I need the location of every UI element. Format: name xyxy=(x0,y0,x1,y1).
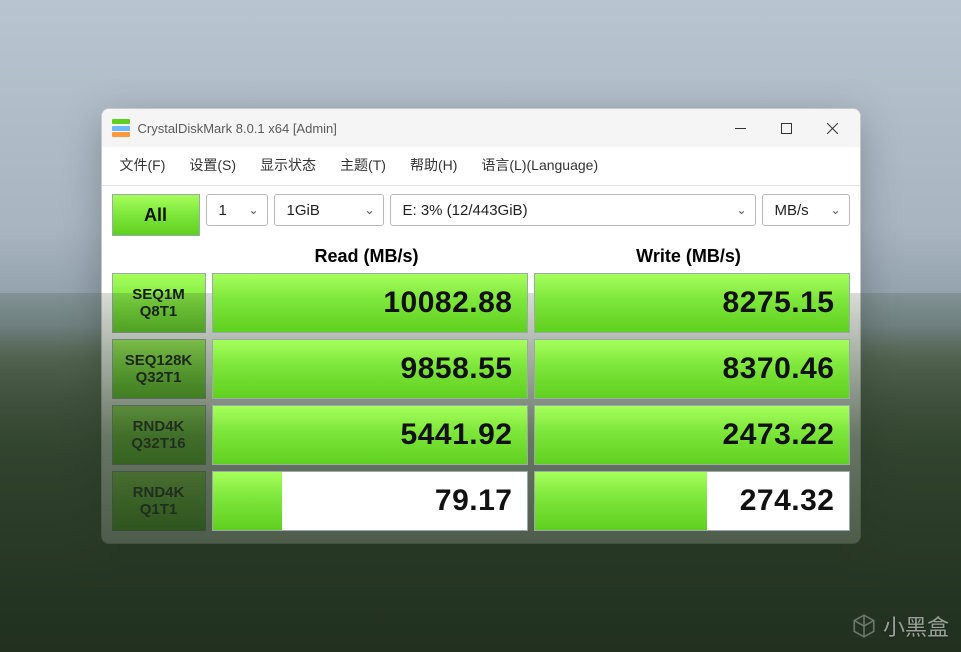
cube-icon xyxy=(851,613,877,639)
chevron-down-icon: ⌄ xyxy=(248,203,258,217)
read-value: 79.17 xyxy=(435,484,513,518)
read-value: 5441.92 xyxy=(401,418,513,452)
test-size-select[interactable]: 1GiB ⌄ xyxy=(274,194,384,226)
result-row: SEQ1MQ8T110082.888275.15 xyxy=(112,273,850,333)
close-icon xyxy=(827,123,838,134)
read-fill-bar xyxy=(213,472,282,530)
titlebar[interactable]: CrystalDiskMark 8.0.1 x64 [Admin] xyxy=(102,109,860,147)
test-count-select[interactable]: 1 ⌄ xyxy=(206,194,268,226)
app-icon-layer xyxy=(112,119,130,124)
write-value: 274.32 xyxy=(740,484,835,518)
read-value: 10082.88 xyxy=(383,286,512,320)
read-cell: 10082.88 xyxy=(212,273,528,333)
close-button[interactable] xyxy=(810,112,856,144)
header-read: Read (MB/s) xyxy=(206,246,528,267)
chevron-down-icon: ⌄ xyxy=(736,203,746,217)
watermark: 小黑盒 xyxy=(851,610,949,642)
minimize-icon xyxy=(735,123,746,134)
window-controls xyxy=(718,112,856,144)
result-row: RND4KQ32T165441.922473.22 xyxy=(112,405,850,465)
write-value: 8370.46 xyxy=(723,352,835,386)
toolbar: All 1 ⌄ 1GiB ⌄ E: 3% (12/443GiB) ⌄ MB/s … xyxy=(102,186,860,242)
app-window: CrystalDiskMark 8.0.1 x64 [Admin] 文件(F) … xyxy=(101,108,861,544)
app-icon-layer xyxy=(112,132,130,137)
write-cell: 8275.15 xyxy=(534,273,850,333)
maximize-button[interactable] xyxy=(764,112,810,144)
menu-theme[interactable]: 主题(T) xyxy=(328,151,398,179)
unit-select[interactable]: MB/s ⌄ xyxy=(762,194,850,226)
unit-value: MB/s xyxy=(775,202,809,219)
read-cell: 5441.92 xyxy=(212,405,528,465)
menu-file[interactable]: 文件(F) xyxy=(108,151,178,179)
run-all-button[interactable]: All xyxy=(112,194,200,236)
window-title: CrystalDiskMark 8.0.1 x64 [Admin] xyxy=(138,121,718,136)
result-row: SEQ128KQ32T19858.558370.46 xyxy=(112,339,850,399)
minimize-button[interactable] xyxy=(718,112,764,144)
read-cell: 9858.55 xyxy=(212,339,528,399)
test-size-value: 1GiB xyxy=(287,202,320,219)
app-icon-layer xyxy=(112,126,130,131)
drive-select[interactable]: E: 3% (12/443GiB) ⌄ xyxy=(390,194,756,226)
app-icon xyxy=(112,119,130,137)
header-spacer xyxy=(112,246,206,267)
write-cell: 274.32 xyxy=(534,471,850,531)
menu-status[interactable]: 显示状态 xyxy=(248,151,328,179)
chevron-down-icon: ⌄ xyxy=(830,203,840,217)
read-cell: 79.17 xyxy=(212,471,528,531)
result-row: RND4KQ1T179.17274.32 xyxy=(112,471,850,531)
header-write: Write (MB/s) xyxy=(528,246,850,267)
write-fill-bar xyxy=(535,472,708,530)
read-value: 9858.55 xyxy=(401,352,513,386)
menubar: 文件(F) 设置(S) 显示状态 主题(T) 帮助(H) 语言(L)(Langu… xyxy=(102,147,860,186)
drive-value: E: 3% (12/443GiB) xyxy=(403,202,528,219)
write-cell: 8370.46 xyxy=(534,339,850,399)
write-value: 2473.22 xyxy=(723,418,835,452)
chevron-down-icon: ⌄ xyxy=(364,203,374,217)
result-rows: SEQ1MQ8T110082.888275.15SEQ128KQ32T19858… xyxy=(102,273,860,543)
maximize-icon xyxy=(781,123,792,134)
menu-language[interactable]: 语言(L)(Language) xyxy=(469,151,610,179)
test-count-value: 1 xyxy=(219,202,227,219)
watermark-text: 小黑盒 xyxy=(883,610,949,642)
menu-settings[interactable]: 设置(S) xyxy=(177,151,248,179)
menu-help[interactable]: 帮助(H) xyxy=(398,151,469,179)
write-cell: 2473.22 xyxy=(534,405,850,465)
write-value: 8275.15 xyxy=(723,286,835,320)
column-headers: Read (MB/s) Write (MB/s) xyxy=(102,242,860,273)
